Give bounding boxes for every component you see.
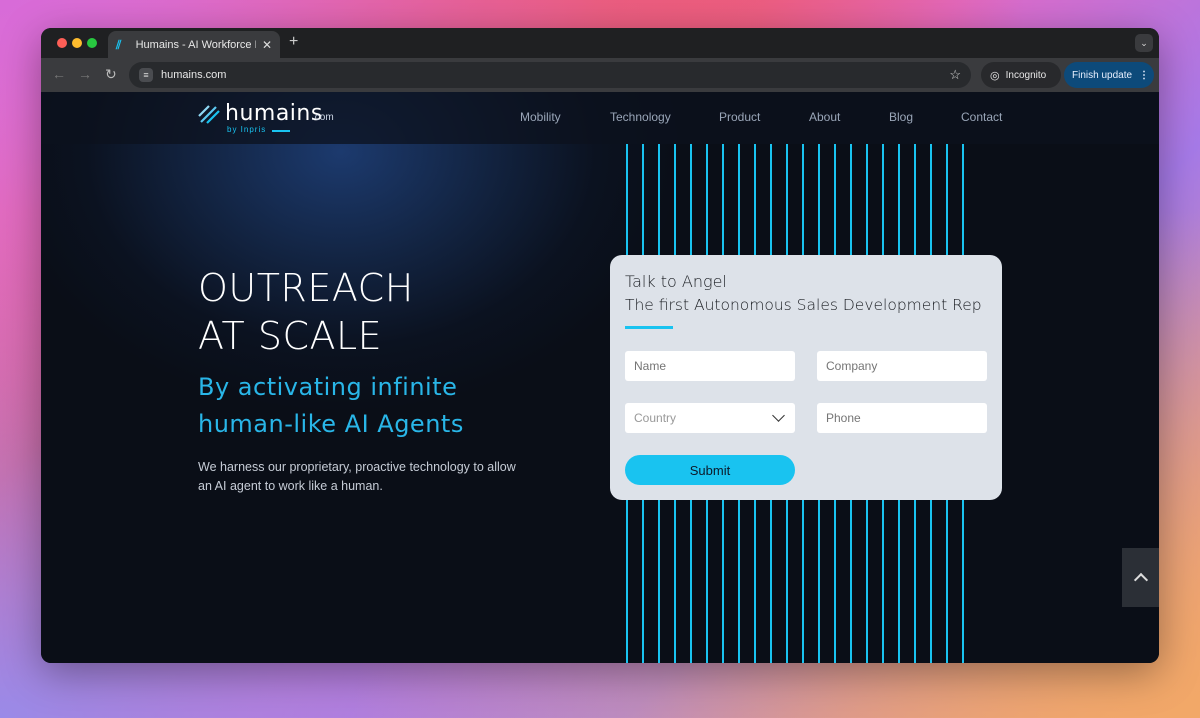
incognito-label: Incognito: [1005, 69, 1047, 81]
finish-update-label: Finish update: [1072, 69, 1133, 81]
close-tab-icon[interactable]: ✕: [262, 38, 272, 52]
hero-title: OUTREACH AT SCALE: [198, 264, 414, 360]
browser-window: ⫽ Humains - AI Workforce Revo ✕ + ⌄ ← → …: [41, 28, 1159, 663]
nav-link-blog[interactable]: Blog: [889, 110, 913, 124]
nav-link-product[interactable]: Product: [719, 110, 760, 124]
scroll-to-top-button[interactable]: [1122, 548, 1159, 607]
hero-subtitle-line-1: By activating infinite: [198, 373, 458, 401]
hero-title-line-1: OUTREACH: [198, 266, 414, 310]
form-subtitle: The first Autonomous Sales Development R…: [625, 296, 982, 314]
more-menu-icon[interactable]: ⋮: [1139, 70, 1149, 81]
nav-link-contact[interactable]: Contact: [961, 110, 1002, 124]
site-header: humains .com by Inpris Mobility Technolo…: [41, 92, 1159, 144]
hero-subtitle: By activating infinite human-like AI Age…: [198, 369, 464, 443]
forward-arrow-icon[interactable]: →: [78, 67, 92, 81]
form-title: Talk to Angel: [625, 272, 727, 291]
address-bar[interactable]: ≡ humains.com ☆: [129, 62, 971, 88]
hero-subtitle-line-2: human-like AI Agents: [198, 410, 464, 438]
url-text: humains.com: [161, 69, 227, 81]
chevron-up-icon: [1133, 572, 1148, 588]
site-logo[interactable]: humains .com by Inpris: [198, 101, 358, 134]
nav-link-mobility[interactable]: Mobility: [520, 110, 561, 124]
back-arrow-icon[interactable]: ←: [52, 67, 66, 81]
tab-bar: ⫽ Humains - AI Workforce Revo ✕ + ⌄: [41, 28, 1159, 58]
site-settings-icon[interactable]: ≡: [139, 68, 153, 82]
hero-title-line-2: AT SCALE: [198, 314, 383, 358]
tab-title: Humains - AI Workforce Revo: [135, 38, 256, 51]
nav-link-about[interactable]: About: [809, 110, 840, 124]
form-accent-bar: [625, 326, 673, 329]
bookmark-star-icon[interactable]: ☆: [949, 67, 961, 83]
company-input[interactable]: [817, 351, 987, 381]
humains-favicon-icon: ⫽: [116, 37, 122, 52]
nav-link-technology[interactable]: Technology: [610, 110, 671, 124]
finish-update-button[interactable]: Finish update ⋮: [1064, 62, 1154, 88]
chevron-down-icon: [772, 409, 785, 422]
webpage: humains .com by Inpris Mobility Technolo…: [41, 92, 1159, 663]
browser-tab[interactable]: ⫽ Humains - AI Workforce Revo ✕: [108, 31, 280, 58]
logo-wordmark: humains: [225, 101, 323, 126]
contact-form-card: Talk to Angel The first Autonomous Sales…: [610, 255, 1002, 500]
country-select-label: Country: [634, 411, 677, 425]
logo-suffix: .com: [312, 112, 334, 123]
phone-input[interactable]: [817, 403, 987, 433]
country-select[interactable]: Country: [625, 403, 795, 433]
incognito-badge[interactable]: ◎ Incognito: [981, 62, 1061, 88]
minimize-window-button[interactable]: [72, 38, 82, 48]
name-input[interactable]: [625, 351, 795, 381]
logo-mark-icon: [198, 105, 220, 124]
browser-toolbar: ← → ↻ ≡ humains.com ☆ ◎ Incognito Finish…: [41, 58, 1159, 92]
incognito-icon: ◎: [990, 69, 1000, 82]
new-tab-button[interactable]: +: [289, 33, 298, 51]
logo-underline: [272, 130, 290, 132]
logo-byline: by Inpris: [227, 125, 267, 134]
tab-search-chevron-icon[interactable]: ⌄: [1135, 34, 1153, 52]
hero-description: We harness our proprietary, proactive te…: [198, 460, 516, 493]
maximize-window-button[interactable]: [87, 38, 97, 48]
reload-icon[interactable]: ↻: [105, 67, 117, 81]
submit-button[interactable]: Submit: [625, 455, 795, 485]
close-window-button[interactable]: [57, 38, 67, 48]
